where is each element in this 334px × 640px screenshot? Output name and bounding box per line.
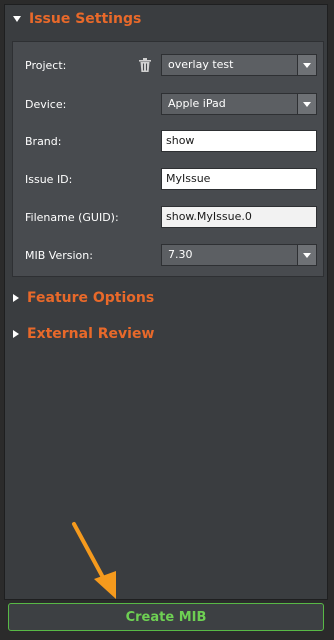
arrow-icon xyxy=(72,522,116,599)
chevron-down-icon[interactable] xyxy=(297,94,316,114)
device-value: Apple iPad xyxy=(168,97,226,110)
settings-panel: Issue Settings Project: overlay test Dev… xyxy=(4,4,328,600)
feature-options-title: Feature Options xyxy=(27,290,155,306)
external-review-header[interactable]: External Review xyxy=(13,326,154,342)
project-select[interactable]: overlay test xyxy=(161,54,317,76)
filename-input[interactable]: show.MyIssue.0 xyxy=(161,206,317,228)
chevron-down-icon[interactable] xyxy=(297,245,316,265)
filename-label: Filename (GUID): xyxy=(25,211,119,224)
mib-version-select[interactable]: 7.30 xyxy=(161,244,317,266)
issue-id-label: Issue ID: xyxy=(25,173,73,186)
issue-settings-title: Issue Settings xyxy=(29,11,142,27)
brand-label: Brand: xyxy=(25,135,62,148)
trash-icon[interactable] xyxy=(139,58,151,72)
device-select[interactable]: Apple iPad xyxy=(161,93,317,115)
project-label: Project: xyxy=(25,59,67,72)
brand-input[interactable]: show xyxy=(161,130,317,152)
expand-icon xyxy=(13,294,19,302)
device-label: Device: xyxy=(25,98,67,111)
mib-version-label: MIB Version: xyxy=(25,249,93,262)
issue-settings-header[interactable]: Issue Settings xyxy=(13,11,141,27)
project-value: overlay test xyxy=(168,58,234,71)
external-review-title: External Review xyxy=(27,326,155,342)
chevron-down-icon[interactable] xyxy=(297,55,316,75)
feature-options-header[interactable]: Feature Options xyxy=(13,290,154,306)
mib-version-value: 7.30 xyxy=(168,248,193,261)
collapse-icon xyxy=(13,16,21,22)
issue-settings-body: Project: overlay test Device: Apple iPad… xyxy=(12,41,324,277)
create-mib-button[interactable]: Create MIB xyxy=(8,603,324,631)
expand-icon xyxy=(13,330,19,338)
issue-id-input[interactable]: MyIssue xyxy=(161,168,317,190)
